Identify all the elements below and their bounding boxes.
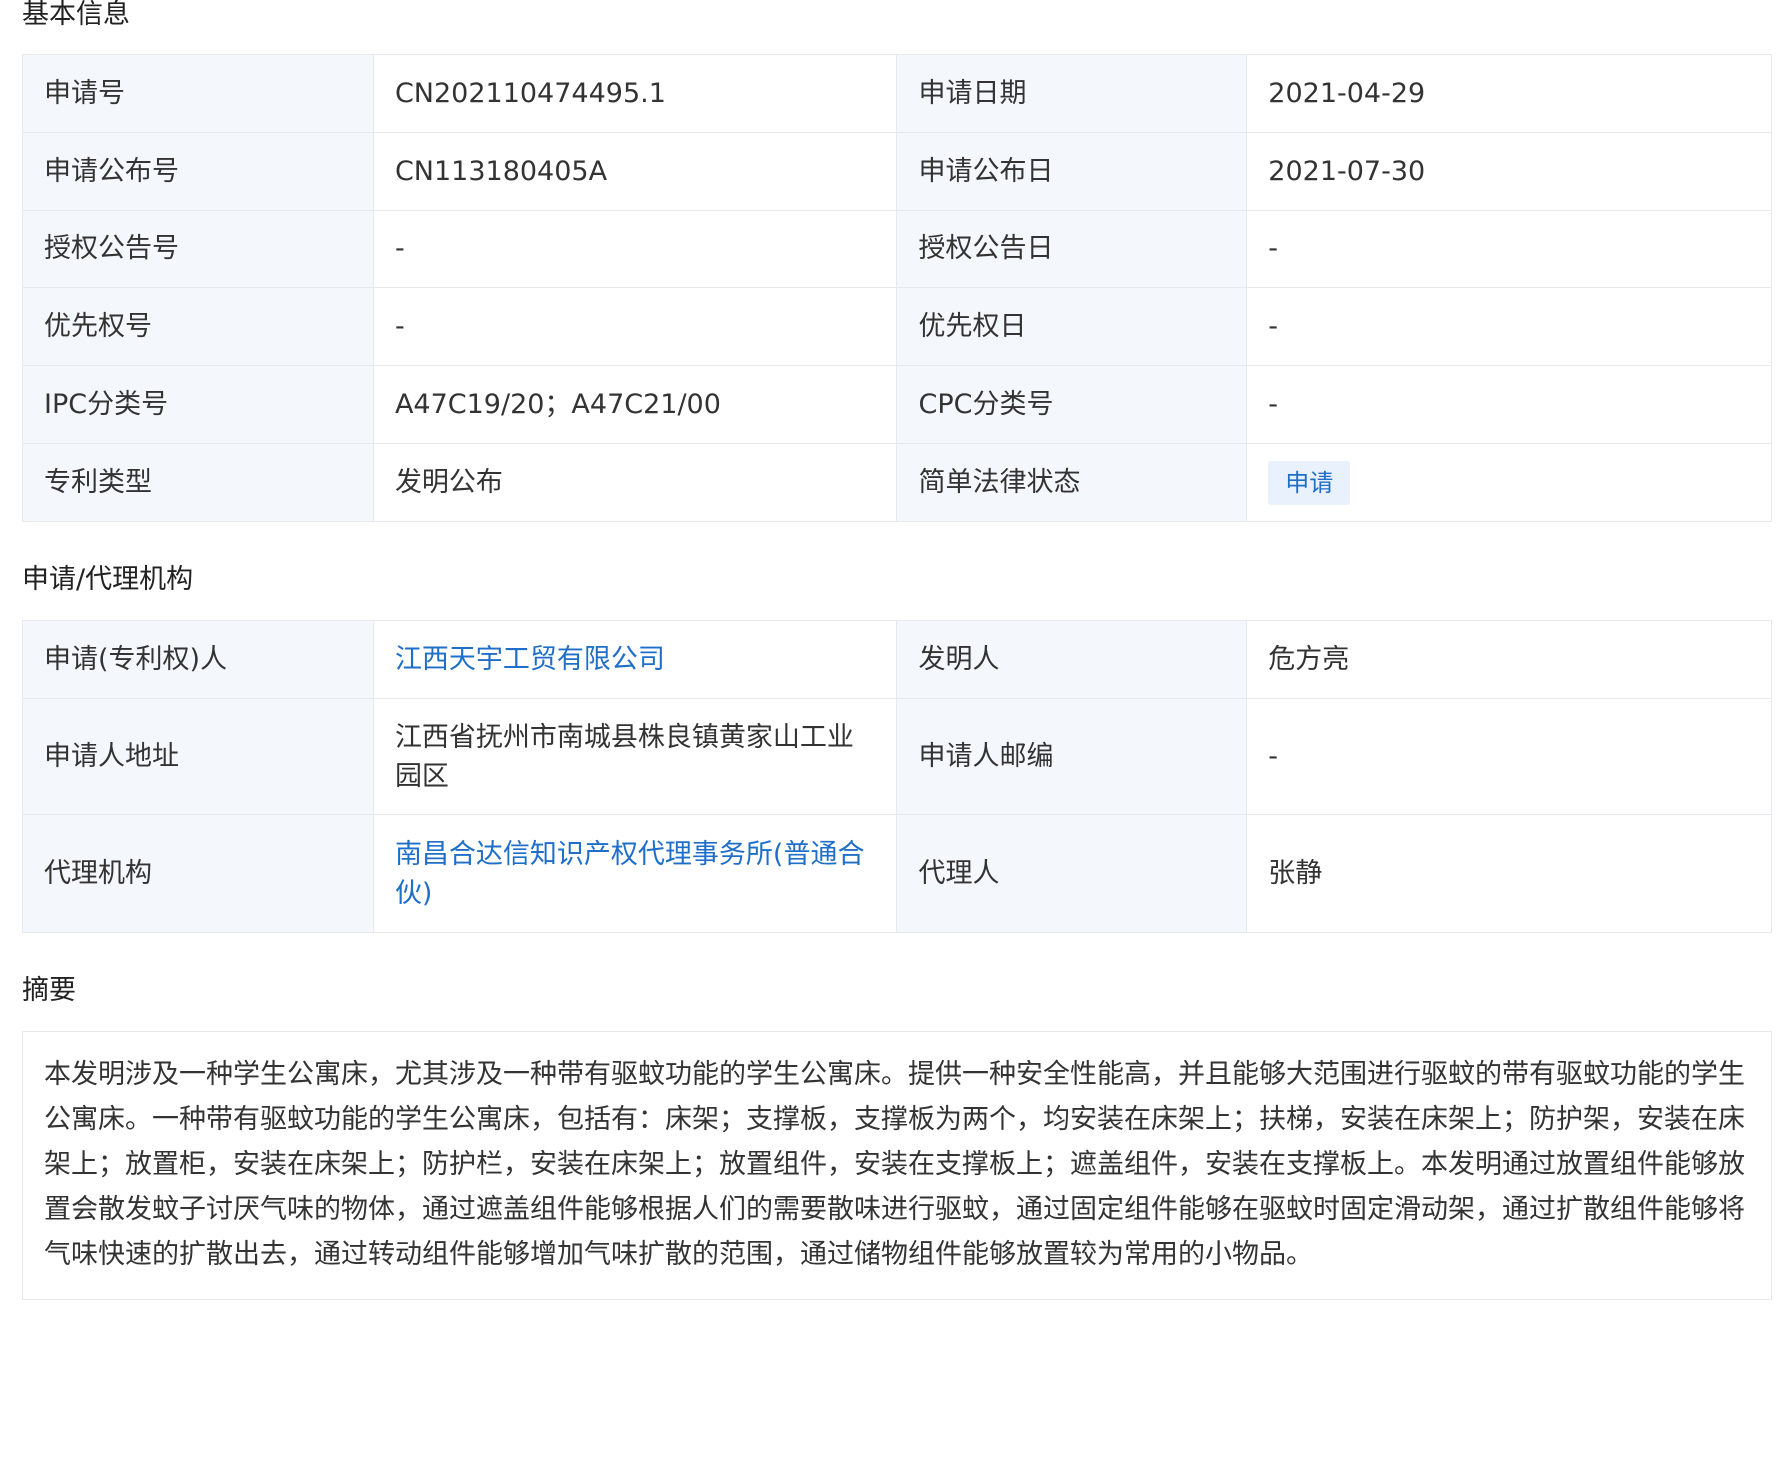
table-row: 代理机构 南昌合达信知识产权代理事务所(普通合伙) 代理人 张静 [22,814,1772,933]
basic-info-table: 申请号 CN202110474495.1 申请日期 2021-04-29 申请公… [22,54,1772,522]
cpc-label: CPC分类号 [896,365,1248,444]
inventor-label: 发明人 [896,620,1248,699]
agency-info-title: 申请/代理机构 [22,564,194,595]
publication-number-value: CN113180405A [372,132,898,211]
address-value: 江西省抚州市南城县株良镇黄家山工业园区 [372,698,898,815]
publication-date-label: 申请公布日 [896,132,1248,211]
agency-cell: 南昌合达信知识产权代理事务所(普通合伙) [372,814,898,933]
abstract-text: 本发明涉及一种学生公寓床，尤其涉及一种带有驱蚊功能的学生公寓床。提供一种安全性能… [44,1059,1745,1270]
application-number-value: CN202110474495.1 [372,54,898,133]
priority-date-label: 优先权日 [896,287,1248,366]
patent-type-value: 发明公布 [372,443,898,522]
table-row: 申请公布号 CN113180405A 申请公布日 2021-07-30 [22,132,1772,211]
abstract-box: 本发明涉及一种学生公寓床，尤其涉及一种带有驱蚊功能的学生公寓床。提供一种安全性能… [22,1031,1772,1300]
priority-date-value: - [1246,287,1772,366]
legal-status-label: 简单法律状态 [896,443,1248,522]
table-row: 授权公告号 - 授权公告日 - [22,210,1772,288]
table-row: 优先权号 - 优先权日 - [22,287,1772,366]
publication-number-label: 申请公布号 [22,132,374,211]
grant-number-value: - [372,210,898,288]
table-row: 专利类型 发明公布 简单法律状态 申请 [22,443,1772,522]
patent-detail-page: 基本信息 申请号 CN202110474495.1 申请日期 2021-04-2… [22,0,1772,1300]
agent-label: 代理人 [896,814,1248,933]
agent-value: 张静 [1246,814,1772,933]
table-row: 申请号 CN202110474495.1 申请日期 2021-04-29 [22,54,1772,133]
table-row: 申请人地址 江西省抚州市南城县株良镇黄家山工业园区 申请人邮编 - [22,698,1772,815]
priority-number-label: 优先权号 [22,287,374,366]
application-date-value: 2021-04-29 [1246,54,1772,133]
applicant-label: 申请(专利权)人 [22,620,374,699]
grant-date-value: - [1246,210,1772,288]
postcode-value: - [1246,698,1772,815]
patent-type-label: 专利类型 [22,443,374,522]
inventor-value: 危方亮 [1246,620,1772,699]
application-date-label: 申请日期 [896,54,1248,133]
basic-info-title: 基本信息 [22,0,130,30]
grant-date-label: 授权公告日 [896,210,1248,288]
applicant-link[interactable]: 江西天宇工贸有限公司 [395,644,665,675]
abstract-title: 摘要 [22,975,76,1006]
ipc-label: IPC分类号 [22,365,374,444]
agency-label: 代理机构 [22,814,374,933]
legal-status-badge: 申请 [1268,460,1351,505]
application-number-label: 申请号 [22,54,374,133]
publication-date-value: 2021-07-30 [1246,132,1772,211]
cpc-value: - [1246,365,1772,444]
agency-link[interactable]: 南昌合达信知识产权代理事务所(普通合伙) [395,839,865,909]
priority-number-value: - [372,287,898,366]
agency-info-table: 申请(专利权)人 江西天宇工贸有限公司 发明人 危方亮 申请人地址 江西省抚州市… [22,620,1772,933]
postcode-label: 申请人邮编 [896,698,1248,815]
table-row: IPC分类号 A47C19/20；A47C21/00 CPC分类号 - [22,365,1772,444]
table-row: 申请(专利权)人 江西天宇工贸有限公司 发明人 危方亮 [22,620,1772,699]
address-label: 申请人地址 [22,698,374,815]
legal-status-cell: 申请 [1246,443,1772,522]
ipc-value: A47C19/20；A47C21/00 [372,365,898,444]
applicant-cell: 江西天宇工贸有限公司 [372,620,898,699]
grant-number-label: 授权公告号 [22,210,374,288]
